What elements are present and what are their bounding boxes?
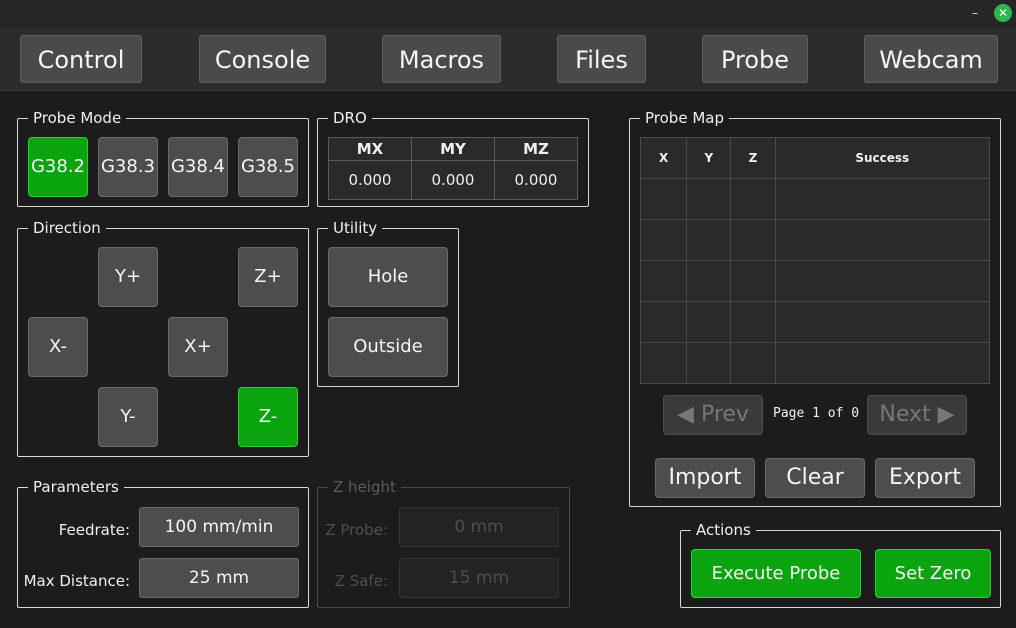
max-distance-field[interactable]: 25 mm [139,558,299,598]
g38-2-button[interactable]: G38.2 [28,137,88,197]
actions-title: Actions [691,521,756,539]
dro-value-mx: 0.000 [328,160,412,200]
table-cell[interactable] [639,260,688,302]
table-row[interactable] [639,178,991,220]
table-cell[interactable] [730,301,776,343]
y-plus-button[interactable]: Y+ [98,247,158,307]
direction-title: Direction [28,219,106,237]
minimize-icon[interactable]: – [968,6,982,20]
probe-map-group: Probe Map X Y Z Success ◀ Prev Page 1 of… [629,109,1001,507]
import-button[interactable]: Import [655,458,755,498]
actions-group: Actions Execute Probe Set Zero [680,521,1001,608]
table-cell[interactable] [639,178,688,220]
probe-mode-title: Probe Mode [28,109,127,127]
title-bar: – ✕ [0,0,1016,28]
z-probe-label: Z Probe: [325,521,388,539]
parameters-group: Parameters Feedrate: 100 mm/min Max Dist… [17,478,309,608]
table-cell[interactable] [774,301,991,343]
export-button[interactable]: Export [875,458,975,498]
set-zero-button[interactable]: Set Zero [875,549,991,598]
table-row[interactable] [639,342,991,384]
g38-4-button[interactable]: G38.4 [168,137,228,197]
dro-value-my: 0.000 [411,160,495,200]
direction-group: Direction Y+ Z+ X- X+ Y- Z- [17,219,309,457]
dro-group: DRO MX MY MZ 0.000 0.000 0.000 [317,109,589,207]
probe-map-title: Probe Map [640,109,729,127]
table-cell[interactable] [730,342,776,384]
feedrate-field[interactable]: 100 mm/min [139,507,299,547]
table-cell[interactable] [639,219,688,261]
dro-header-my: MY [411,137,495,161]
probe-map-header-success: Success [774,137,991,179]
y-minus-button[interactable]: Y- [98,387,158,447]
tab-bar: Control Console Macros Files Probe Webca… [0,28,1016,91]
hole-button[interactable]: Hole [328,247,448,307]
utility-title: Utility [328,219,383,237]
table-cell[interactable] [730,219,776,261]
tab-files[interactable]: Files [557,35,646,83]
table-cell[interactable] [730,178,776,220]
dro-title: DRO [328,109,372,127]
table-cell[interactable] [774,178,991,220]
z-minus-button[interactable]: Z- [238,387,298,447]
x-minus-button[interactable]: X- [28,317,88,377]
dro-value-mz: 0.000 [494,160,578,200]
max-distance-label: Max Distance: [23,572,130,590]
tab-webcam[interactable]: Webcam [864,35,998,83]
probe-map-table[interactable]: X Y Z Success [639,137,991,384]
probe-map-header-x: X [639,137,688,179]
g38-5-button[interactable]: G38.5 [238,137,298,197]
feedrate-label: Feedrate: [58,521,130,539]
table-cell[interactable] [686,178,732,220]
z-safe-field: 15 mm [399,558,559,598]
clear-button[interactable]: Clear [765,458,865,498]
table-cell[interactable] [686,219,732,261]
x-plus-button[interactable]: X+ [168,317,228,377]
dro-header-mz: MZ [494,137,578,161]
z-height-group: Z height Z Probe: 0 mm Z Safe: 15 mm [317,478,570,608]
page-indicator: Page 1 of 0 [773,406,860,421]
tab-macros[interactable]: Macros [382,35,501,83]
table-cell[interactable] [686,301,732,343]
utility-group: Utility Hole Outside [317,219,459,387]
table-row[interactable] [639,219,991,261]
table-cell[interactable] [774,342,991,384]
table-cell[interactable] [639,342,688,384]
table-cell[interactable] [730,260,776,302]
dro-table: MX MY MZ 0.000 0.000 0.000 [328,137,578,200]
tab-probe[interactable]: Probe [702,35,808,83]
table-cell[interactable] [686,260,732,302]
execute-probe-button[interactable]: Execute Probe [691,549,861,598]
dro-header-mx: MX [328,137,412,161]
parameters-title: Parameters [28,478,124,496]
prev-page-button[interactable]: ◀ Prev [663,395,763,435]
table-cell[interactable] [774,260,991,302]
probe-map-header-y: Y [686,137,732,179]
table-cell[interactable] [639,301,688,343]
probe-map-header-z: Z [730,137,776,179]
tab-control[interactable]: Control [20,35,142,83]
z-probe-field: 0 mm [399,507,559,547]
close-icon[interactable]: ✕ [994,4,1012,22]
table-row[interactable] [639,260,991,302]
table-row[interactable] [639,301,991,343]
z-plus-button[interactable]: Z+ [238,247,298,307]
z-safe-label: Z Safe: [334,572,388,590]
z-height-title: Z height [328,478,401,496]
outside-button[interactable]: Outside [328,317,448,377]
g38-3-button[interactable]: G38.3 [98,137,158,197]
tab-console[interactable]: Console [199,35,326,83]
table-cell[interactable] [774,219,991,261]
probe-mode-group: Probe Mode G38.2 G38.3 G38.4 G38.5 [17,109,309,207]
table-cell[interactable] [686,342,732,384]
next-page-button[interactable]: Next ▶ [867,395,967,435]
